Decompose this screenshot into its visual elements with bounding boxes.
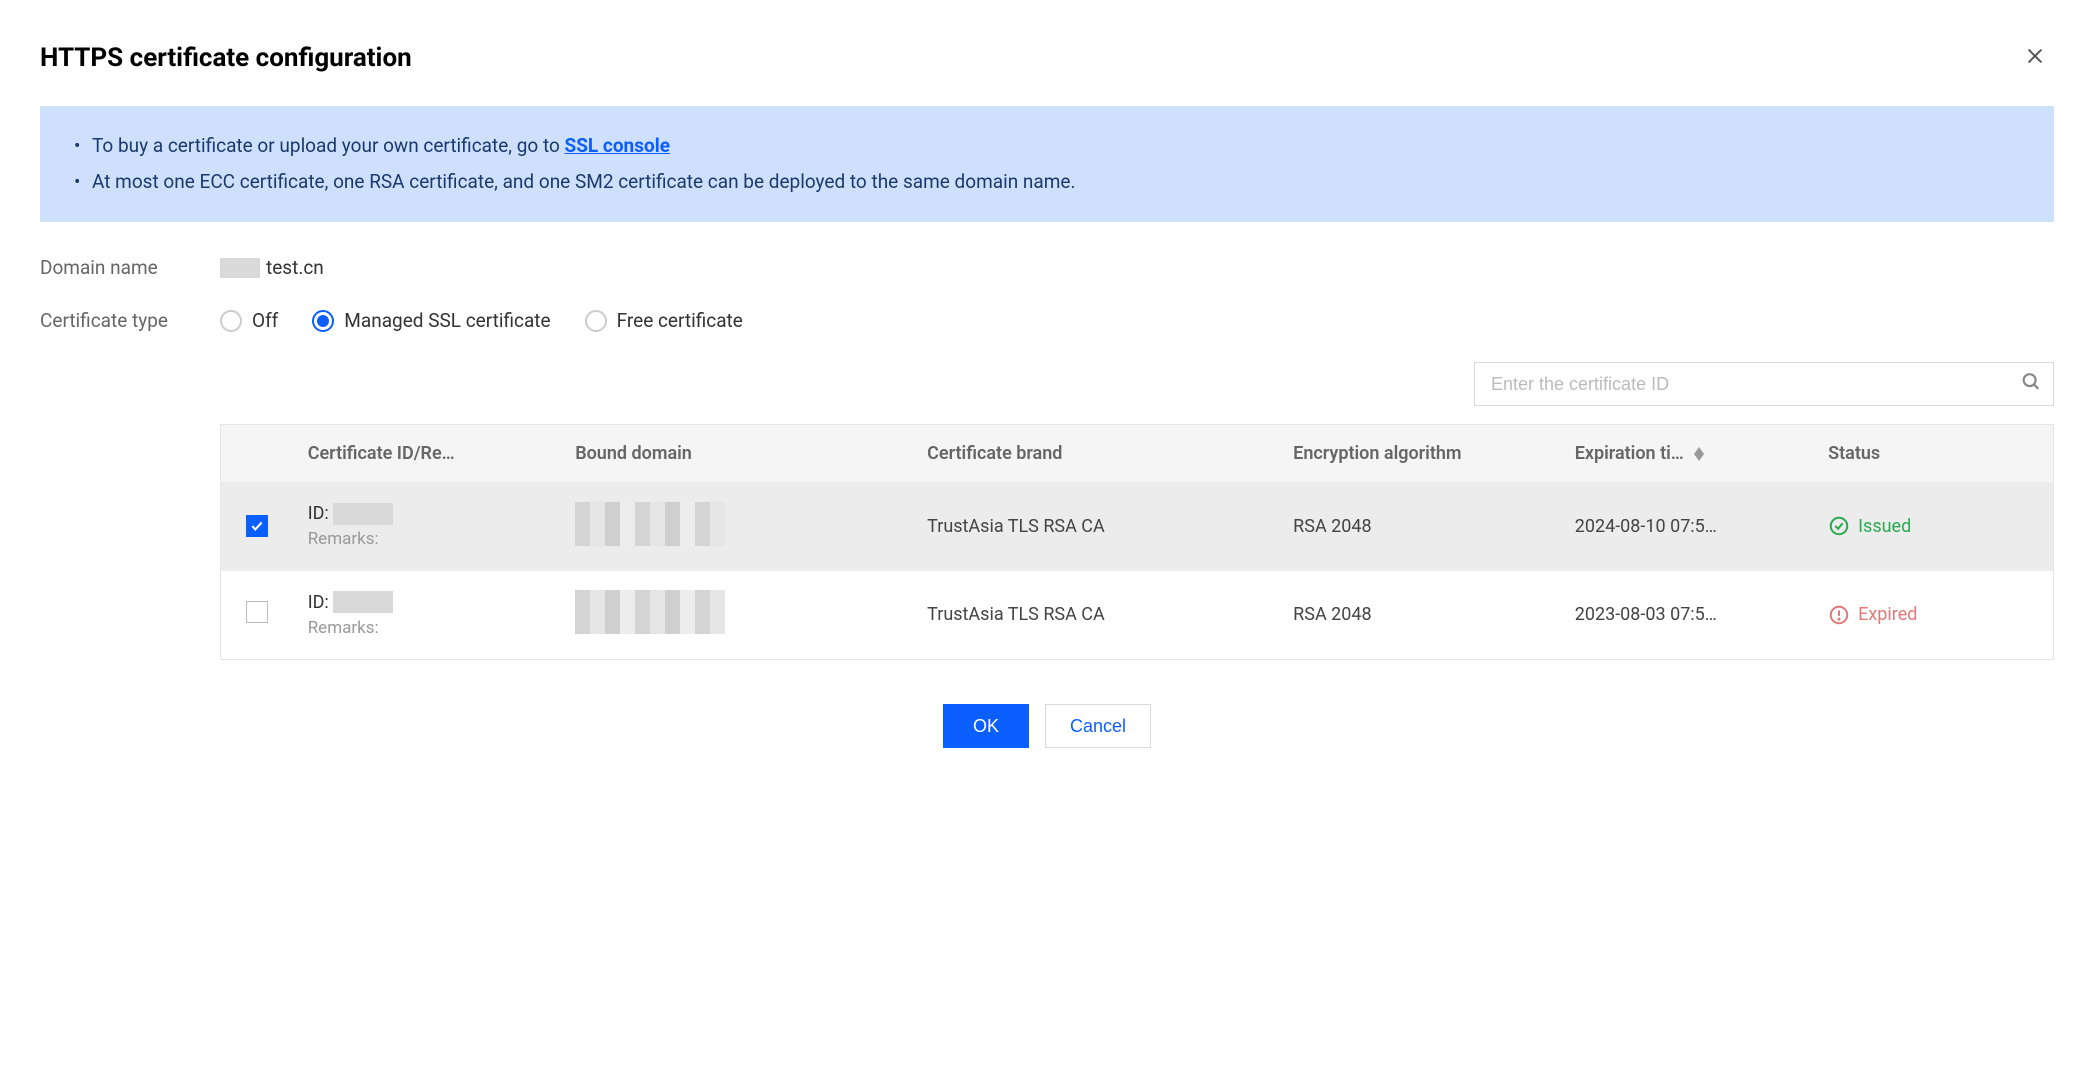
info-line-1-text: To buy a certificate or upload your own …	[92, 134, 565, 157]
radio-free-label: Free certificate	[617, 309, 743, 332]
cert-type-label: Certificate type	[40, 309, 220, 332]
info-line-2: At most one ECC certificate, one RSA cer…	[74, 164, 2020, 200]
radio-free[interactable]: Free certificate	[585, 309, 743, 332]
certificate-section: Certificate ID/Re… Bound domain Certific…	[220, 362, 2054, 660]
https-cert-dialog: HTTPS certificate configuration To buy a…	[40, 40, 2054, 748]
cert-type-row: Certificate type Off Managed SSL certifi…	[40, 309, 2054, 332]
cert-id-cell: ID: Remarks:	[308, 500, 547, 553]
status-text: Expired	[1858, 604, 1917, 625]
col-expiration[interactable]: Expiration ti…	[1561, 425, 1814, 483]
cert-expiration: 2024-08-10 07:5…	[1575, 516, 1800, 537]
radio-icon	[312, 310, 334, 332]
check-icon	[250, 519, 264, 533]
info-banner: To buy a certificate or upload your own …	[40, 106, 2054, 222]
cert-algorithm: RSA 2048	[1279, 571, 1561, 660]
status-badge: Expired	[1828, 604, 2039, 626]
cert-expiration: 2023-08-03 07:5…	[1575, 604, 1800, 625]
radio-managed-label: Managed SSL certificate	[344, 309, 550, 332]
row-checkbox[interactable]	[246, 515, 268, 537]
close-icon	[2024, 45, 2046, 67]
remarks-label: Remarks:	[308, 616, 547, 642]
col-cert-id[interactable]: Certificate ID/Re…	[294, 425, 561, 483]
redacted-block	[575, 590, 725, 634]
cert-type-radio-group: Off Managed SSL certificate Free certifi…	[220, 309, 743, 332]
remarks-label: Remarks:	[308, 527, 547, 553]
radio-off-label: Off	[252, 309, 278, 332]
radio-off[interactable]: Off	[220, 309, 278, 332]
cert-id-cell: ID: Remarks:	[308, 589, 547, 642]
redacted-block	[333, 503, 393, 525]
check-circle-icon	[1828, 515, 1850, 537]
row-checkbox[interactable]	[246, 601, 268, 623]
cert-brand: TrustAsia TLS RSA CA	[913, 482, 1279, 571]
col-status[interactable]: Status	[1814, 425, 2053, 483]
domain-row: Domain name test.cn	[40, 256, 2054, 279]
redacted-block	[575, 502, 725, 546]
dialog-footer: OK Cancel	[40, 704, 2054, 748]
domain-suffix: test.cn	[266, 256, 324, 279]
table-row[interactable]: ID: Remarks: TrustAsia TLS RSA CA RSA 20…	[221, 571, 2054, 660]
col-brand[interactable]: Certificate brand	[913, 425, 1279, 483]
redacted-block	[220, 258, 260, 278]
radio-icon	[220, 310, 242, 332]
search-icon[interactable]	[2020, 371, 2042, 398]
id-prefix: ID:	[308, 500, 329, 527]
search-box	[1474, 362, 2054, 406]
col-bound-domain[interactable]: Bound domain	[561, 425, 913, 483]
table-header-row: Certificate ID/Re… Bound domain Certific…	[221, 425, 2054, 483]
radio-managed[interactable]: Managed SSL certificate	[312, 309, 550, 332]
redacted-block	[333, 591, 393, 613]
table-row[interactable]: ID: Remarks: TrustAsia TLS RSA CA RSA 20…	[221, 482, 2054, 571]
domain-value: test.cn	[220, 256, 324, 279]
col-expiration-label: Expiration ti…	[1575, 443, 1684, 464]
search-row	[220, 362, 2054, 406]
id-prefix: ID:	[308, 589, 329, 616]
ssl-console-link[interactable]: SSL console	[565, 134, 670, 157]
col-algorithm[interactable]: Encryption algorithm	[1279, 425, 1561, 483]
status-text: Issued	[1858, 516, 1911, 537]
cert-brand: TrustAsia TLS RSA CA	[913, 571, 1279, 660]
dialog-header: HTTPS certificate configuration	[40, 40, 2054, 76]
col-checkbox	[221, 425, 294, 483]
sort-icon[interactable]	[1694, 447, 1704, 461]
ok-button[interactable]: OK	[943, 704, 1029, 748]
domain-label: Domain name	[40, 256, 220, 279]
radio-icon	[585, 310, 607, 332]
dialog-title: HTTPS certificate configuration	[40, 43, 412, 73]
status-badge: Issued	[1828, 515, 2039, 537]
cert-algorithm: RSA 2048	[1279, 482, 1561, 571]
info-line-1: To buy a certificate or upload your own …	[74, 128, 2020, 164]
close-button[interactable]	[2016, 40, 2054, 76]
certificate-table: Certificate ID/Re… Bound domain Certific…	[220, 424, 2054, 660]
alert-circle-icon	[1828, 604, 1850, 626]
cancel-button[interactable]: Cancel	[1045, 704, 1151, 748]
search-input[interactable]	[1474, 362, 2054, 406]
